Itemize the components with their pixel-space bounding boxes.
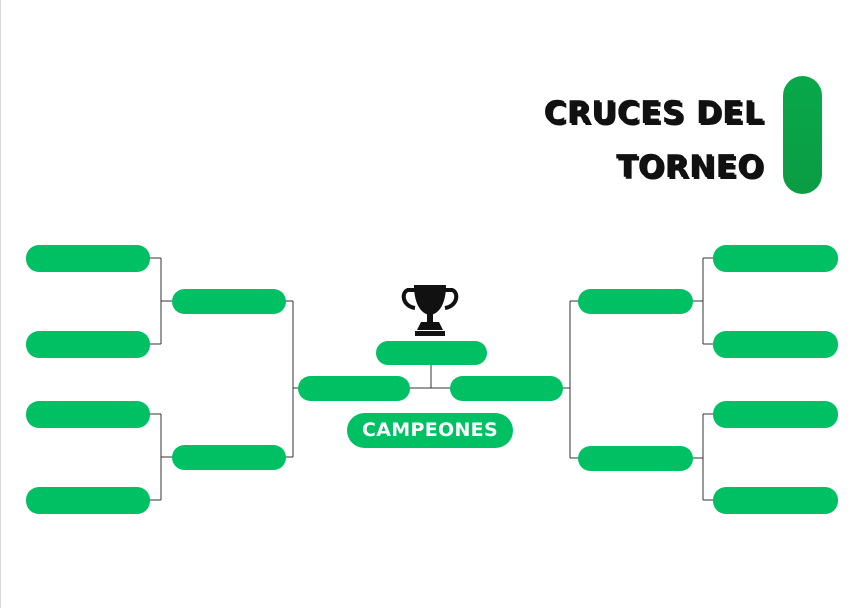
bracket-slot-left-r1-3[interactable] (26, 401, 150, 428)
bracket-slot-right-r1-4[interactable] (713, 487, 838, 514)
champion-label: CAMPEONES (347, 413, 513, 448)
bracket-slot-left-semi[interactable] (298, 376, 410, 401)
bracket-slot-final[interactable] (376, 341, 487, 365)
bracket-slot-left-r2-1[interactable] (172, 289, 286, 314)
bracket-slot-right-semi[interactable] (450, 376, 563, 401)
bracket-slot-right-r2-1[interactable] (578, 289, 693, 314)
bracket-slot-left-r1-1[interactable] (26, 245, 150, 272)
bracket-slot-left-r1-2[interactable] (26, 331, 150, 358)
bracket-slot-left-r2-2[interactable] (172, 445, 286, 470)
bracket-slot-right-r2-2[interactable] (578, 446, 693, 471)
trophy-icon (401, 285, 459, 336)
bracket-slot-right-r1-1[interactable] (713, 245, 838, 272)
bracket-slot-right-r1-2[interactable] (713, 331, 838, 358)
bracket-slot-right-r1-3[interactable] (713, 401, 838, 428)
bracket-slot-left-r1-4[interactable] (26, 487, 150, 514)
